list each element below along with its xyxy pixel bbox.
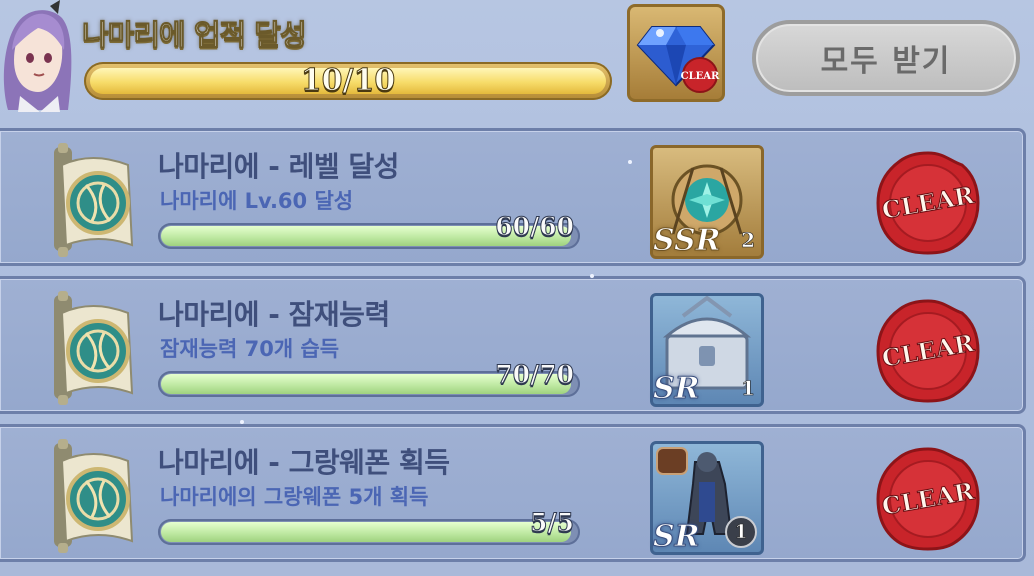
- reward-rarity: SSR: [653, 223, 722, 259]
- achievement-progress-bar: 60/60: [158, 212, 580, 249]
- clear-seal-icon: CLEAR: [876, 447, 980, 551]
- total-progress-label: 10/10: [300, 63, 396, 99]
- quest-scroll-icon: [54, 291, 134, 405]
- reward-clear-stamp: CLEAR: [681, 71, 720, 82]
- clear-seal-icon: CLEAR: [876, 151, 980, 255]
- achievement-header: 나마리에 업적 달성 10/10 CLEAR 모두 받기: [0, 0, 1034, 122]
- reward-rarity: SR: [653, 519, 701, 555]
- total-reward-slot[interactable]: CLEAR: [627, 4, 725, 102]
- achievement-title: 나마리에 - 잠재능력: [158, 298, 390, 331]
- sparkle: [240, 420, 244, 424]
- total-progress-bar: 10/10: [84, 62, 612, 100]
- header-title: 나마리에 업적 달성: [82, 18, 308, 53]
- blue-diamond-icon: CLEAR: [636, 26, 720, 93]
- quest-scroll-icon: [54, 143, 134, 257]
- achievement-title: 나마리에 - 그랑웨폰 획득: [158, 446, 450, 479]
- reward-count: 1: [725, 516, 757, 548]
- achievement-description: 나마리에의 그랑웨폰 5개 획득: [160, 485, 429, 509]
- achievement-title: 나마리에 - 레벨 달성: [158, 150, 399, 183]
- achievement-progress-bar: 5/5: [158, 508, 580, 545]
- reward-count: 1: [741, 376, 756, 401]
- achievement-row-1: 나마리에 - 레벨 달성 나마리에 Lv.60 달성 60/60 SSR 2 C…: [0, 128, 1026, 266]
- achievement-description: 나마리에 Lv.60 달성: [160, 189, 354, 213]
- achievement-reward-slot[interactable]: SR 1: [650, 441, 764, 555]
- sparkle: [590, 274, 594, 278]
- achievement-reward-slot[interactable]: SR 1: [650, 293, 764, 407]
- achievement-description: 잠재능력 70개 습득: [160, 337, 340, 361]
- clear-seal-icon: CLEAR: [876, 299, 980, 403]
- achievement-reward-slot[interactable]: SSR 2: [650, 145, 764, 259]
- achievement-progress-bar: 70/70: [158, 360, 580, 397]
- achievement-progress-label: 70/70: [495, 360, 575, 390]
- achievement-progress-label: 60/60: [495, 212, 575, 242]
- achievement-progress-label: 5/5: [530, 508, 575, 538]
- achievement-progress-fill: [161, 522, 571, 542]
- sparkle: [628, 160, 632, 164]
- reward-count: 2: [741, 228, 756, 253]
- character-avatar: [3, 0, 72, 112]
- claim-all-button[interactable]: 모두 받기: [752, 20, 1020, 96]
- reward-rarity: SR: [653, 371, 701, 407]
- achievement-row-3: 나마리에 - 그랑웨폰 획득 나마리에의 그랑웨폰 5개 획득 5/5 SR 1…: [0, 424, 1026, 562]
- achievement-row-2: 나마리에 - 잠재능력 잠재능력 70개 습득 70/70 SR 1 CLEAR: [0, 276, 1026, 414]
- quest-scroll-icon: [54, 439, 134, 553]
